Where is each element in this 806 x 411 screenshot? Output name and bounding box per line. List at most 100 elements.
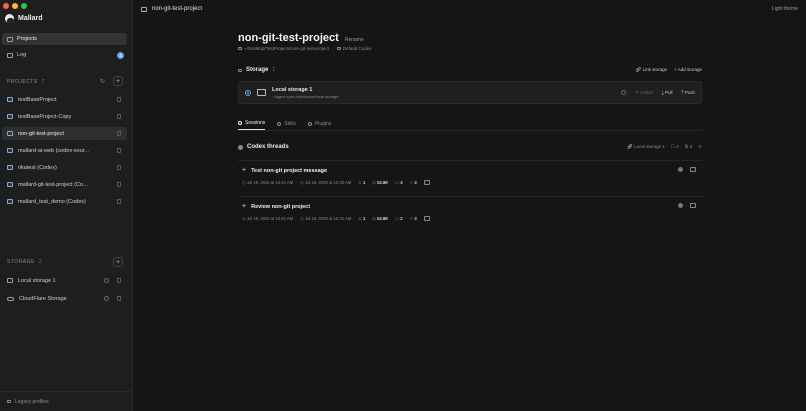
gear-icon[interactable] [104, 278, 109, 283]
trash-icon[interactable] [117, 296, 121, 301]
project-label: mallard-ai-web (codex-sour... [18, 147, 89, 154]
minimize-window-button[interactable] [12, 3, 18, 9]
storage-card-text: Local storage 1 ~/agent-sync-lakehouse/l… [272, 87, 339, 99]
tab-label: Sessions [245, 120, 266, 126]
threads-storage-filter[interactable]: 🔗 Local storage 1 [627, 144, 665, 150]
thread-meta: ◷ Jul 19, 2026 at 10:42 AM ◷ Jul 19, 202… [242, 180, 430, 185]
folder-icon [238, 47, 242, 50]
count-b-text: 2 [689, 144, 693, 149]
refresh-threads-icon[interactable]: ↻ [698, 144, 702, 150]
threads-count-a: ☐ 2 [670, 144, 679, 149]
theme-toggle[interactable]: Light theme [772, 6, 798, 12]
threads-filter-label: Local storage 1 [634, 144, 665, 149]
profile-icon [7, 400, 11, 403]
stat-tokens-value: 52.8K [377, 180, 389, 185]
storage-item[interactable]: Local storage 1 [2, 274, 127, 287]
open-icon[interactable] [690, 203, 696, 208]
updated-date: ◷ Jul 19, 2026 at 10:41 AM [300, 216, 352, 221]
project-label: testBaseProject-Copy [18, 113, 72, 120]
link-storage-button[interactable]: 🔗 Link storage [636, 67, 667, 73]
project-item[interactable]: non-git-test-project [2, 127, 127, 140]
storage-item[interactable]: CloudFlare Storage [2, 292, 127, 305]
rename-button[interactable]: Rename [345, 37, 364, 43]
trash-icon[interactable] [117, 131, 121, 136]
trash-icon[interactable] [117, 97, 121, 102]
created-date: ◷ Jul 19, 2026 at 10:41 AM [242, 216, 294, 221]
tab-sessions[interactable]: Sessions [238, 117, 266, 130]
gear-icon[interactable] [621, 90, 627, 95]
add-project-button[interactable]: + [113, 76, 123, 86]
updated-text: Jul 19, 2026 at 10:42 AM [305, 180, 352, 185]
pull-button[interactable]: ⤓ Pull [662, 90, 673, 95]
project-item[interactable]: mallard-ai-web (codex-sour... [2, 144, 127, 157]
project-item[interactable]: mallard-git-test-project (Co... [2, 178, 127, 191]
storage-section: Storage 1 🔗 Link storage + Add storage [238, 67, 702, 73]
main-panel: non-git-test-project Light theme non-git… [133, 0, 806, 411]
created-text: Jul 19, 2026 at 10:42 AM [246, 180, 294, 185]
link-icon [238, 68, 242, 72]
sidebar-item-log[interactable]: Log 4 [2, 49, 127, 61]
project-item[interactable]: mallard_test_demo (Codex) [2, 195, 127, 208]
open-icon[interactable] [690, 167, 696, 172]
project-item[interactable]: testBaseProject-Copy [2, 110, 127, 123]
folder-icon [141, 6, 147, 12]
storage-card[interactable]: Local storage 1 ~/agent-sync-lakehouse/l… [238, 81, 702, 104]
sidebar-item-label: Log [17, 52, 27, 58]
close-window-button[interactable] [3, 3, 9, 9]
trash-icon[interactable] [117, 182, 121, 187]
project-icon [7, 114, 13, 119]
thread-row[interactable]: + Test non-git project message ◷ Jul 19,… [238, 160, 702, 190]
project-label: testBaseProject [18, 96, 57, 103]
status-icon[interactable] [678, 167, 683, 172]
storage-card-path: ~/agent-sync-lakehouse/local-storage [272, 93, 339, 99]
thread-row[interactable]: + Review non-git project ◷ Jul 19, 2026 … [238, 196, 702, 226]
stat-tokens: ◎ 52.8K [372, 180, 389, 185]
project-path[interactable]: ~/Desktop/TestProjects/non-git-test-proj… [238, 46, 329, 51]
storage-select-radio[interactable] [245, 89, 251, 96]
folder-icon [7, 36, 13, 42]
tab-skills[interactable]: Skills [277, 117, 296, 130]
trash-icon[interactable] [117, 278, 121, 283]
updated-date: ◷ Jul 19, 2026 at 10:42 AM [300, 180, 352, 185]
project-item[interactable]: testBaseProject [2, 93, 127, 106]
unlink-button[interactable]: ✕ Unlink [635, 90, 653, 96]
storage-section-header: STORAGE 2 [7, 259, 42, 265]
trash-icon[interactable] [117, 199, 121, 204]
pull-label: Pull [664, 90, 673, 95]
tab-plugins[interactable]: Plugins [307, 117, 331, 130]
tab-label: Skills [284, 120, 296, 127]
agent-icon [336, 47, 341, 50]
add-storage-sidebar-button[interactable]: + [113, 257, 123, 267]
log-icon [7, 52, 13, 58]
project-icon [7, 199, 13, 204]
trash-icon[interactable] [117, 148, 121, 153]
stat-n2-value: 2 [400, 216, 403, 221]
sidebar-item-projects[interactable]: Projects [2, 33, 127, 45]
project-agent: Default Codex [336, 46, 371, 51]
push-button[interactable]: ⤒ Push [681, 90, 695, 95]
codex-icon [238, 144, 243, 150]
trash-icon[interactable] [117, 165, 121, 170]
storage-label: Local storage 1 [18, 277, 56, 284]
zoom-window-button[interactable] [21, 3, 27, 9]
add-storage-button[interactable]: + Add storage [674, 67, 702, 73]
trash-icon[interactable] [117, 114, 121, 119]
skills-icon [277, 121, 282, 126]
gear-icon[interactable] [104, 296, 109, 301]
status-icon[interactable] [678, 203, 683, 208]
stat-tokens: ◎ 52.8K [372, 216, 389, 221]
legacy-profiles-link[interactable]: Legacy profiles [0, 391, 133, 411]
plugins-icon [307, 121, 312, 126]
project-label: mallard-git-test-project (Co... [18, 181, 88, 188]
refresh-icon[interactable]: ↻ [100, 78, 105, 85]
window-controls [3, 3, 27, 9]
sidebar: Mallard Projects Log 4 PROJECTS 7 ↻ + te… [0, 0, 133, 411]
unlink-label: Unlink [640, 89, 653, 95]
tab-bar: Sessions Skills Plugins [238, 117, 702, 131]
project-label: non-git-test-project [18, 130, 64, 137]
add-icon: + [242, 167, 247, 174]
projects-header-label: PROJECTS [7, 79, 38, 85]
project-item[interactable]: rikatest (Codex) [2, 161, 127, 174]
stat-n1: ⋀ 1 [358, 216, 366, 221]
project-title: non-git-test-project [238, 32, 339, 44]
